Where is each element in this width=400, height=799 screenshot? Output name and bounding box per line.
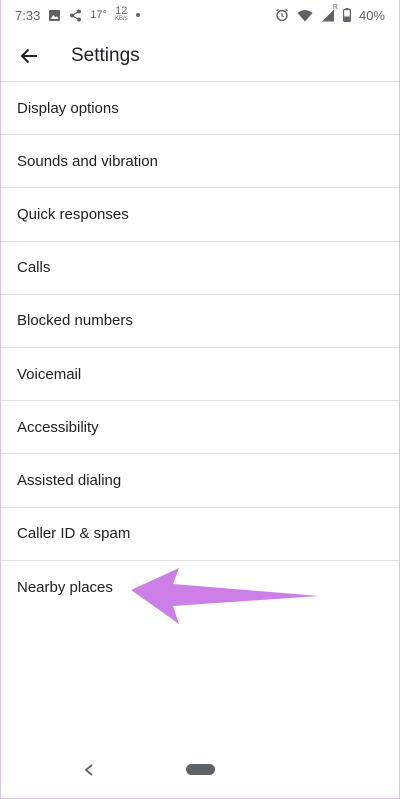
- arrow-back-icon: [20, 47, 38, 65]
- settings-item-label: Display options: [17, 99, 119, 117]
- back-button[interactable]: [1, 30, 57, 82]
- settings-item-label: Nearby places: [17, 578, 113, 596]
- settings-item-sounds-and-vibration[interactable]: Sounds and vibration: [1, 135, 399, 189]
- settings-item-label: Caller ID & spam: [17, 525, 131, 543]
- wifi-icon: [297, 9, 313, 22]
- settings-item-label: Quick responses: [17, 205, 129, 223]
- annotation-arrow-icon: [129, 566, 321, 631]
- notification-dot-icon: [135, 13, 140, 17]
- settings-list: Display options Sounds and vibration Qui…: [1, 82, 399, 614]
- status-left: 7:33 17° 12 KB/s: [15, 5, 140, 23]
- settings-item-label: Voicemail: [17, 365, 82, 383]
- status-temperature: 17°: [90, 9, 107, 21]
- home-pill-icon[interactable]: [186, 764, 215, 775]
- settings-item-display-options[interactable]: Display options: [1, 82, 399, 136]
- settings-item-label: Calls: [17, 259, 51, 277]
- speed-unit: KB/s: [114, 16, 128, 22]
- settings-item-caller-id-spam[interactable]: Caller ID & spam: [1, 508, 399, 561]
- battery-percentage: 40%: [358, 7, 385, 23]
- network-speed: 12 KB/s: [114, 5, 128, 23]
- signal-icon: R: [321, 4, 338, 22]
- status-time: 7:33: [15, 7, 41, 23]
- settings-item-quick-responses[interactable]: Quick responses: [1, 188, 399, 242]
- network-type: R: [332, 3, 338, 11]
- settings-item-accessibility[interactable]: Accessibility: [1, 401, 399, 455]
- settings-item-calls[interactable]: Calls: [1, 242, 399, 295]
- settings-item-blocked-numbers[interactable]: Blocked numbers: [1, 295, 399, 348]
- settings-item-label: Sounds and vibration: [17, 152, 158, 170]
- app-bar: Settings: [1, 30, 399, 82]
- status-right: R 40%: [275, 4, 385, 23]
- settings-item-assisted-dialing[interactable]: Assisted dialing: [1, 454, 399, 508]
- settings-item-label: Assisted dialing: [17, 471, 122, 489]
- image-icon: [48, 9, 61, 22]
- navigation-bar: [1, 746, 399, 798]
- settings-item-label: Accessibility: [17, 418, 99, 436]
- phone-screen: 7:33 17° 12 KB/s R 40% Settings Display …: [0, 0, 400, 799]
- nav-back-icon[interactable]: [79, 760, 99, 780]
- alarm-icon: [275, 8, 289, 22]
- settings-item-label: Blocked numbers: [17, 312, 133, 330]
- speed-value: 12: [115, 5, 128, 17]
- settings-item-voicemail[interactable]: Voicemail: [1, 348, 399, 402]
- status-bar: 7:33 17° 12 KB/s R 40%: [1, 0, 399, 30]
- share-icon: [69, 9, 82, 22]
- page-title: Settings: [71, 44, 140, 66]
- battery-icon: [342, 8, 351, 22]
